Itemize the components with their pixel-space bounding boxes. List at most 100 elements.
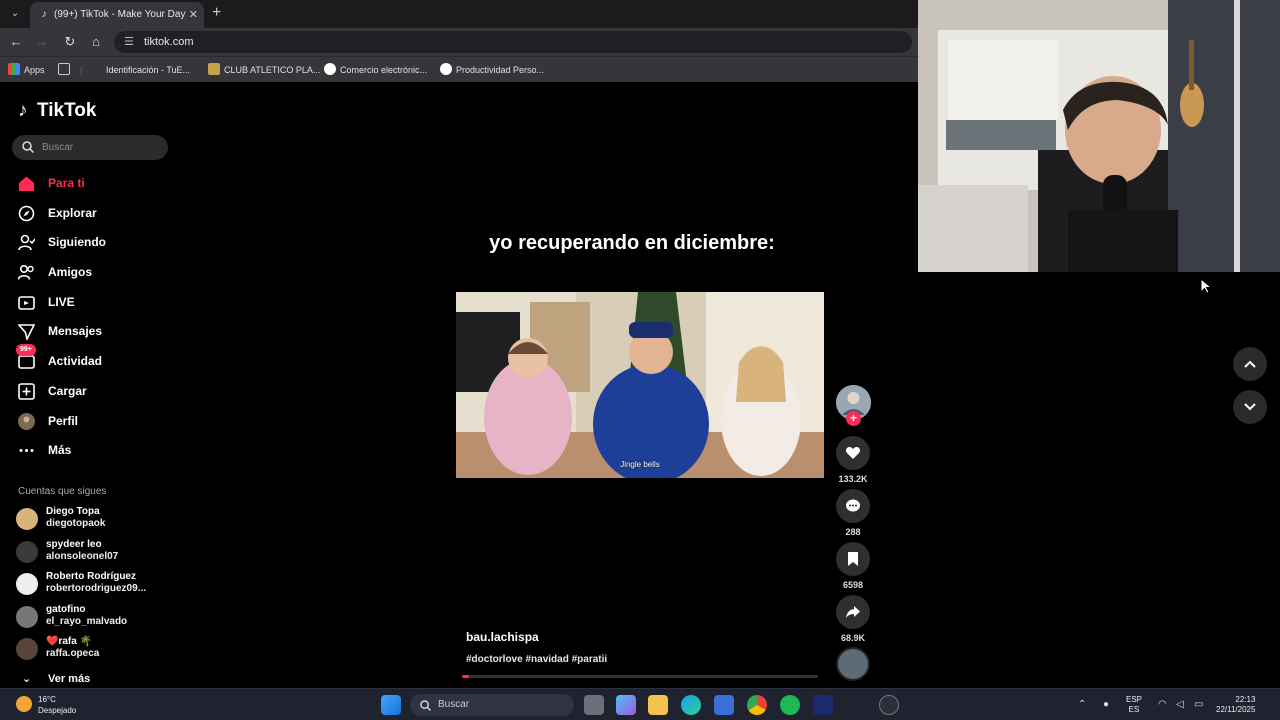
home-icon xyxy=(19,176,34,191)
search-icon xyxy=(22,141,34,153)
address-bar[interactable]: ☰ tiktok.com xyxy=(114,31,912,53)
bookmark-grid-icon[interactable] xyxy=(58,63,74,77)
follow-plus-icon[interactable]: + xyxy=(846,411,861,426)
google-favicon-icon xyxy=(440,63,452,75)
tray-overflow-icon[interactable]: ⌃ xyxy=(1078,699,1086,710)
nav-cargar[interactable]: Cargar xyxy=(18,380,87,402)
share-icon xyxy=(846,606,860,618)
home-icon[interactable]: ⌂ xyxy=(88,34,104,50)
tab-bar: ⌄ ♪ (99+) TikTok - Make Your Day ✕ + xyxy=(0,0,918,28)
tab-tiktok[interactable]: ♪ (99+) TikTok - Make Your Day ✕ xyxy=(30,2,204,28)
messages-icon xyxy=(18,324,35,340)
next-video-button[interactable] xyxy=(1233,390,1267,424)
mouse-cursor-icon xyxy=(1200,278,1212,294)
like-count: 133.2K xyxy=(838,474,868,484)
following-item[interactable]: gatofino el_rayo_malvado xyxy=(16,604,127,632)
compass-icon xyxy=(18,205,35,222)
following-item[interactable]: spydeer leo alonsoleonel07 xyxy=(16,539,118,567)
browser-toolbar: ← → ↻ ⌂ ☰ tiktok.com xyxy=(0,28,918,56)
taskbar-search[interactable]: Buscar xyxy=(410,694,574,716)
nav-siguiendo[interactable]: Siguiendo xyxy=(18,231,106,253)
avatar xyxy=(16,508,38,530)
following-section-title: Cuentas que sigues xyxy=(18,486,107,497)
app-icon[interactable] xyxy=(813,695,833,715)
google-favicon-icon xyxy=(324,63,336,75)
nav-amigos[interactable]: Amigos xyxy=(18,261,92,283)
start-icon[interactable] xyxy=(381,695,401,715)
previous-video-button[interactable] xyxy=(1233,347,1267,381)
nav-actividad[interactable]: 99+ Actividad xyxy=(16,344,102,372)
volume-icon[interactable]: ◁ xyxy=(1176,699,1184,710)
live-icon xyxy=(18,296,35,310)
battery-icon[interactable]: ▭ xyxy=(1194,699,1203,710)
chrome-icon[interactable] xyxy=(747,695,767,715)
bookmark-comercio[interactable]: Comercio electrónic... xyxy=(324,63,427,77)
video-hashtags[interactable]: #doctorlove #navidad #paratii xyxy=(466,654,607,665)
edge-icon[interactable] xyxy=(681,695,701,715)
club-favicon-icon xyxy=(208,63,220,75)
chevron-up-icon xyxy=(1244,360,1256,368)
search-input[interactable]: Buscar xyxy=(12,135,168,160)
weather-widget[interactable]: 16°C Despejado xyxy=(16,694,76,716)
new-tab-icon[interactable]: + xyxy=(212,4,221,22)
comment-count: 288 xyxy=(845,527,861,537)
bookmark-identificacion[interactable]: Identificación - TuE... xyxy=(94,63,190,77)
bookmark-separator: | xyxy=(80,65,83,75)
nav-perfil[interactable]: Perfil xyxy=(18,410,78,432)
webcam-overlay xyxy=(918,0,1280,272)
microphone-icon[interactable]: ● xyxy=(1103,699,1109,710)
following-item[interactable]: Roberto Rodríguez robertorodriguez09... xyxy=(16,571,146,599)
activity-badge: 99+ xyxy=(16,344,36,356)
bookmark-club-atletico[interactable]: CLUB ATLETICO PLA... xyxy=(208,63,320,77)
tiktok-note-icon: ♪ xyxy=(18,100,28,121)
friends-icon xyxy=(18,264,34,280)
tab-title: (99+) TikTok - Make Your Day xyxy=(54,9,186,20)
bookmarks-bar: Apps | Identificación - TuE... CLUB ATLE… xyxy=(0,56,918,82)
site-info-icon[interactable]: ☰ xyxy=(124,31,134,53)
profile-avatar xyxy=(18,413,35,430)
avatar xyxy=(16,573,38,595)
comment-icon xyxy=(846,499,860,512)
video-author[interactable]: bau.lachispa xyxy=(466,630,539,644)
see-more-button[interactable]: ⌄ Ver más xyxy=(22,672,90,686)
video-frame-image xyxy=(456,292,824,478)
comment-button[interactable] xyxy=(836,489,870,523)
video-progress-bar[interactable] xyxy=(462,675,818,678)
video-progress-fill xyxy=(462,675,470,678)
like-button[interactable] xyxy=(836,436,870,470)
file-explorer-icon[interactable] xyxy=(648,695,668,715)
upload-icon xyxy=(18,383,35,400)
tab-search-icon[interactable]: ⌄ xyxy=(6,6,24,22)
wifi-icon[interactable]: ◠ xyxy=(1158,699,1167,710)
following-item[interactable]: Diego Topa diegotopaok xyxy=(16,506,105,534)
bookmark-productividad[interactable]: Productividad Perso... xyxy=(440,63,544,77)
save-count: 6598 xyxy=(842,580,864,590)
save-button[interactable] xyxy=(836,542,870,576)
reload-icon[interactable]: ↻ xyxy=(62,34,78,50)
bookmark-apps[interactable]: Apps xyxy=(8,63,45,77)
share-button[interactable] xyxy=(836,595,870,629)
nav-para-ti[interactable]: Para ti xyxy=(18,172,85,194)
close-tab-icon[interactable]: ✕ xyxy=(189,2,198,28)
following-item[interactable]: ❤️rafa 🌴 raffa.opeca xyxy=(16,636,99,664)
bookmark-icon xyxy=(848,552,858,566)
spotify-icon[interactable] xyxy=(780,695,800,715)
nav-mensajes[interactable]: Mensajes xyxy=(18,320,102,342)
language-indicator[interactable]: ESP ES xyxy=(1126,695,1142,715)
clock[interactable]: 22:13 22/11/2025 xyxy=(1216,695,1255,715)
forward-icon[interactable]: → xyxy=(34,34,50,50)
obs-icon[interactable] xyxy=(879,695,899,715)
store-icon[interactable] xyxy=(714,695,734,715)
back-icon[interactable]: ← xyxy=(8,34,24,50)
nav-mas[interactable]: Más xyxy=(18,439,71,461)
nav-explorar[interactable]: Explorar xyxy=(18,202,97,224)
tiktok-logo[interactable]: ♪ TikTok xyxy=(18,100,96,122)
music-disc-icon[interactable] xyxy=(836,647,870,681)
copilot-icon[interactable] xyxy=(616,695,636,715)
avatar xyxy=(16,606,38,628)
avatar xyxy=(16,638,38,660)
video-player[interactable]: Jingle bells xyxy=(456,292,824,478)
nav-live[interactable]: LIVE xyxy=(18,291,75,313)
screen: ⌄ ♪ (99+) TikTok - Make Your Day ✕ + ← →… xyxy=(0,0,1280,720)
task-view-icon[interactable] xyxy=(584,695,604,715)
